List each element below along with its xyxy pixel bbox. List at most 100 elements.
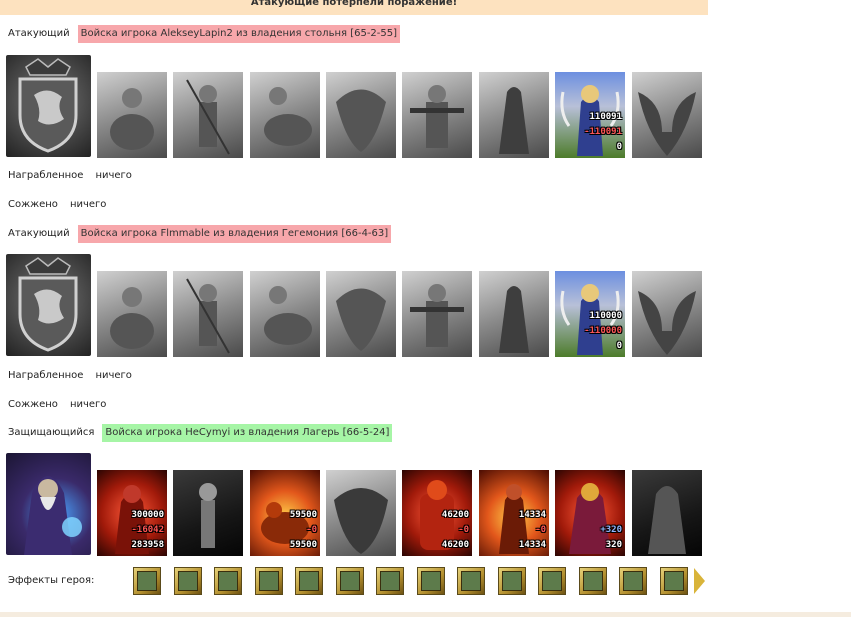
unit-remaining: 59500 <box>289 540 317 550</box>
unit-loss: -0 <box>458 525 469 535</box>
attacker-1-line: Атакующий Войска игрока AlekseyLapin2 из … <box>8 25 401 43</box>
defender-line: Защищающийся Войска игрока HeCymyi из вла… <box>8 424 393 442</box>
unit-slot[interactable] <box>97 271 167 357</box>
crossbowman-unit-icon <box>410 284 464 347</box>
blue-orb-icon[interactable] <box>254 567 283 595</box>
unit-slot[interactable] <box>402 72 472 158</box>
unit-slot[interactable] <box>97 72 167 158</box>
effect-inner <box>299 571 319 591</box>
unit-slot[interactable] <box>632 271 702 357</box>
unit-slot[interactable]: 59500 -0 59500 <box>250 470 320 556</box>
armor-icon[interactable] <box>376 567 404 595</box>
burned-line: Сожжено ничего <box>8 198 106 212</box>
unit-slot[interactable] <box>173 470 243 556</box>
wraith-unit-icon <box>648 486 686 554</box>
effect-inner <box>582 571 603 591</box>
unit-remaining: 320 <box>605 540 622 550</box>
unit-count: 14334 <box>518 510 546 520</box>
wizard-portrait-icon <box>24 476 82 555</box>
unit-slot[interactable] <box>326 72 396 158</box>
side-label: Атакующий <box>8 228 70 239</box>
pikeman-unit-icon <box>186 79 230 155</box>
heart-icon[interactable] <box>659 567 688 595</box>
effect-inner <box>339 571 360 591</box>
burned-line: Сожжено ничего <box>8 398 106 412</box>
unit-slot[interactable]: 110000 -110000 0 <box>555 271 625 357</box>
unit-remaining: 14334 <box>518 540 546 550</box>
monk-unit-icon <box>499 286 529 353</box>
pikeman-unit-icon <box>186 278 230 354</box>
unit-count: 46200 <box>441 510 469 520</box>
unit-slot[interactable] <box>479 72 549 158</box>
unit-slot[interactable]: 300000 -16042 283958 <box>97 470 167 556</box>
crossbowman-unit-icon <box>410 85 464 148</box>
griffin-unit-icon <box>336 288 386 351</box>
side-label: Защищающийся <box>8 427 95 438</box>
monk-unit-icon <box>499 87 529 154</box>
bow-icon[interactable] <box>497 567 526 595</box>
effect-inner <box>380 571 400 591</box>
hero-portrait-defender <box>6 453 91 555</box>
dragon-unit-icon <box>334 488 388 554</box>
unit-slot[interactable] <box>173 72 243 158</box>
mask-eye-icon[interactable] <box>173 567 202 595</box>
unit-count: 110000 <box>589 311 622 321</box>
unit-slot[interactable] <box>632 72 702 158</box>
angel-unit-icon <box>638 291 696 355</box>
web-icon[interactable] <box>335 567 364 595</box>
skeleton-unit-icon <box>199 483 217 548</box>
unit-slot[interactable] <box>326 470 396 556</box>
army-tag-attacker-1: Войска игрока AlekseyLapin2 из владения … <box>77 25 401 43</box>
warrior-icon[interactable] <box>578 567 607 595</box>
shield-sword-icon[interactable] <box>619 567 647 595</box>
hero-effects-label: Эффекты героя: <box>8 575 95 586</box>
unit-slot[interactable] <box>250 72 320 158</box>
looted-label: Награбленное <box>8 170 84 181</box>
gold-crest-icon[interactable] <box>295 567 323 595</box>
scroll-icon[interactable] <box>457 567 485 595</box>
griffin-unit-icon <box>336 89 386 152</box>
effect-inner <box>461 571 481 591</box>
unit-loss: -0 <box>535 525 546 535</box>
looted-value: ничего <box>95 170 132 181</box>
bottom-strip <box>0 612 851 617</box>
burned-label: Сожжено <box>8 199 58 210</box>
hero-crest-attacker-2 <box>6 254 91 356</box>
unit-count: 300000 <box>131 510 164 520</box>
unit-slot[interactable] <box>632 470 702 556</box>
unit-slot[interactable] <box>326 271 396 357</box>
attacker-2-line: Атакующий Войска игрока Flmmable из владе… <box>8 225 392 243</box>
burned-value: ничего <box>69 399 107 410</box>
burned-label: Сожжено <box>8 399 58 410</box>
cavalry-unit-icon <box>264 87 312 146</box>
unit-slot[interactable] <box>250 271 320 357</box>
unit-slot[interactable] <box>173 271 243 357</box>
scroll-right-arrow-icon[interactable] <box>694 568 705 594</box>
looted-value: ничего <box>95 370 132 381</box>
army-tag-defender: Войска игрока HeCymyi из владения Лагерь… <box>102 424 393 442</box>
looted-label: Награбленное <box>8 370 84 381</box>
unit-count: 59500 <box>289 510 317 520</box>
unit-slot[interactable]: 14334 -0 14334 <box>479 470 549 556</box>
effect-inner <box>258 571 279 591</box>
army-tag-attacker-2: Войска игрока Flmmable из владения Гегем… <box>77 225 392 243</box>
unit-slot[interactable] <box>479 271 549 357</box>
hero-crest-attacker-1 <box>6 55 91 157</box>
battle-result-banner: Атакующие потерпели поражение! <box>0 0 708 15</box>
crossed-arrows-icon[interactable] <box>416 567 445 595</box>
unit-slot[interactable]: +320 320 <box>555 470 625 556</box>
unit-count: 110091 <box>589 112 622 122</box>
looted-line: Награбленное ничего <box>8 369 132 383</box>
unit-remaining: 46200 <box>441 540 469 550</box>
lion-crest-icon <box>18 58 78 153</box>
effect-inner <box>501 571 522 591</box>
cage-icon[interactable] <box>538 567 566 595</box>
unit-slot[interactable]: 110091 -110091 0 <box>555 72 625 158</box>
unit-slot[interactable] <box>402 271 472 357</box>
effect-inner <box>420 571 441 591</box>
rider-unit-icon <box>110 287 154 349</box>
unit-gain: +320 <box>600 525 622 535</box>
arrows-icon[interactable] <box>214 567 242 595</box>
mask-icon[interactable] <box>133 567 161 595</box>
unit-slot[interactable]: 46200 -0 46200 <box>402 470 472 556</box>
